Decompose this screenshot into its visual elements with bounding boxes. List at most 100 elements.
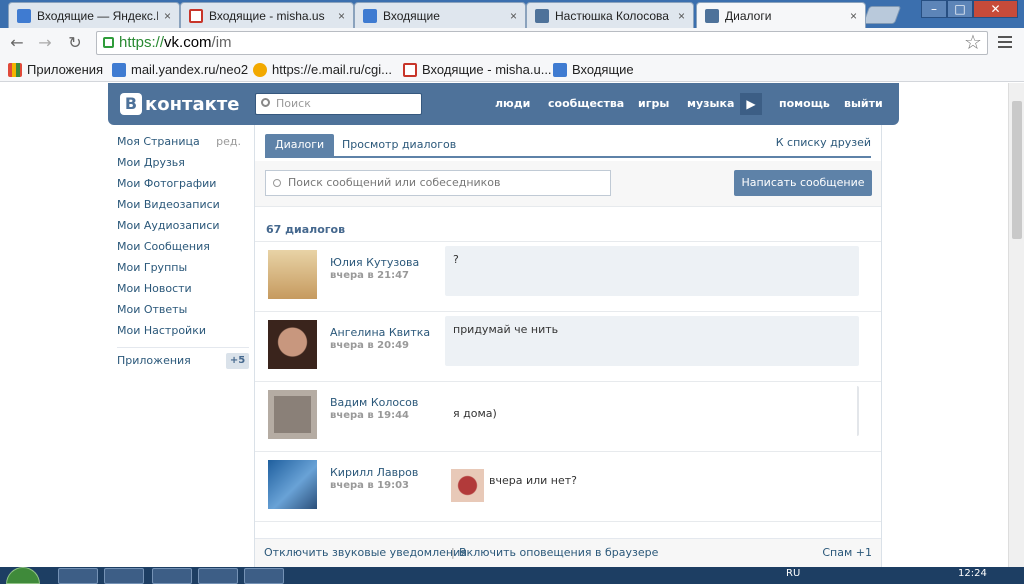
avatar[interactable] <box>268 320 317 369</box>
maximize-button[interactable]: □ <box>947 0 973 18</box>
sidebar-item-apps[interactable]: Приложения +5 <box>117 350 249 371</box>
dialog-text: я дома) <box>453 407 497 420</box>
url-protocol: https:// <box>119 34 165 51</box>
nav-music[interactable]: музыка <box>687 97 734 110</box>
address-bar[interactable]: https://vk.com/im <box>96 31 988 55</box>
dialog-snippet[interactable]: я дома) <box>445 386 859 436</box>
sidebar-item-label: Приложения <box>117 354 191 367</box>
close-icon[interactable]: × <box>850 9 857 23</box>
close-icon[interactable]: × <box>510 9 517 23</box>
browser-tab[interactable]: Настюшка Колосова × <box>526 2 694 28</box>
vk-logo-text: контакте <box>145 93 240 115</box>
back-arrow-icon[interactable]: ← <box>6 33 28 53</box>
system-clock[interactable]: 12:24 <box>958 568 987 579</box>
chrome-menu-icon[interactable] <box>998 36 1012 51</box>
dialog-name[interactable]: Юлия Кутузова <box>330 256 419 269</box>
page-scrollbar[interactable] <box>1008 83 1024 567</box>
browser-tab[interactable]: Входящие — Яндекс.Н × <box>8 2 180 28</box>
dialog-row[interactable]: Вадим Колосов вчера в 19:44 я дома) <box>255 382 881 452</box>
dialog-list: Юлия Кутузова вчера в 21:47 ? Ангелина К… <box>255 241 881 522</box>
bookmark-label: Входящие <box>572 62 634 77</box>
bookmark-item[interactable]: Приложения <box>8 62 103 77</box>
vk-page: В контакте Поиск люди сообщества игры му… <box>0 83 1008 567</box>
avatar[interactable] <box>268 250 317 299</box>
nav-games[interactable]: игры <box>638 97 669 110</box>
tab-title: Диалоги <box>725 8 772 23</box>
sidebar-item-videos[interactable]: Мои Видеозаписи <box>117 194 249 215</box>
minimize-button[interactable]: – <box>921 0 947 18</box>
bookmark-item[interactable]: mail.yandex.ru/neo2 <box>112 62 248 77</box>
dialog-snippet[interactable]: ? <box>445 246 859 296</box>
taskbar-app-icon[interactable] <box>104 568 144 584</box>
edit-link[interactable]: ред. <box>216 131 241 152</box>
enable-browser-alerts-link[interactable]: Включить оповещения в браузере <box>459 539 658 567</box>
sidebar-item-photos[interactable]: Мои Фотографии <box>117 173 249 194</box>
dialog-row[interactable]: Кирилл Лавров вчера в 19:03 вчера или не… <box>255 452 881 522</box>
dialog-text: вчера или нет? <box>489 474 577 487</box>
sidebar-divider <box>117 347 249 348</box>
dialog-row[interactable]: Ангелина Квитка вчера в 20:49 придумай ч… <box>255 312 881 382</box>
nav-people[interactable]: люди <box>495 97 530 110</box>
avatar[interactable] <box>268 390 317 439</box>
disable-sound-link[interactable]: Отключить звуковые уведомления <box>264 539 467 567</box>
new-tab-button[interactable] <box>862 6 902 24</box>
apps-count-badge[interactable]: +5 <box>226 353 249 369</box>
message-search-input[interactable]: Поиск сообщений или собеседников <box>265 170 611 196</box>
tab-view-dialogs[interactable]: Просмотр диалогов <box>332 134 466 156</box>
tab-dialogs[interactable]: Диалоги <box>265 134 335 156</box>
vk-logo[interactable]: В контакте <box>120 93 239 115</box>
bookmarks-bar: Приложения mail.yandex.ru/neo2 https://e… <box>0 58 1024 82</box>
close-window-button[interactable]: ✕ <box>973 0 1018 18</box>
url-host: vk.com <box>164 34 212 51</box>
bookmark-item[interactable]: https://e.mail.ru/cgi... <box>253 62 392 77</box>
sidebar-item-news[interactable]: Мои Новости <box>117 278 249 299</box>
browser-tab-active[interactable]: Диалоги × <box>696 2 866 28</box>
reload-icon[interactable]: ↻ <box>64 33 86 53</box>
browser-tab[interactable]: Входящие × <box>354 2 526 28</box>
dialog-name[interactable]: Вадим Колосов <box>330 396 418 409</box>
dialogs-tabs: Диалоги Просмотр диалогов К списку друзе… <box>265 134 871 158</box>
sidebar-item-friends[interactable]: Мои Друзья <box>117 152 249 173</box>
write-message-button[interactable]: Написать сообщение <box>734 170 872 196</box>
header-search-input[interactable]: Поиск <box>255 93 422 115</box>
scrollbar-thumb[interactable] <box>1012 101 1022 239</box>
taskbar-chrome-icon[interactable] <box>198 568 238 584</box>
taskbar-app-icon[interactable] <box>152 568 192 584</box>
dialog-snippet[interactable]: вчера или нет? <box>445 456 859 506</box>
taskbar-app-icon[interactable] <box>244 568 284 584</box>
sidebar-item-answers[interactable]: Мои Ответы <box>117 299 249 320</box>
browser-tab[interactable]: Входящие - misha.us × <box>180 2 354 28</box>
sidebar-item-audio[interactable]: Мои Аудиозаписи <box>117 215 249 236</box>
footer-separator: | <box>451 546 455 559</box>
sidebar-item-my-page[interactable]: Моя Страница ред. <box>117 131 249 152</box>
friends-list-link[interactable]: К списку друзей <box>776 136 871 149</box>
avatar[interactable] <box>268 460 317 509</box>
lock-icon <box>103 37 114 48</box>
language-indicator[interactable]: RU <box>786 568 800 579</box>
sidebar-item-messages[interactable]: Мои Сообщения <box>117 236 249 257</box>
dialog-count: 67 диалогов <box>266 223 346 236</box>
bookmark-item[interactable]: Входящие - misha.u... <box>403 62 552 77</box>
nav-logout[interactable]: выйти <box>844 97 883 110</box>
sidebar-item-groups[interactable]: Мои Группы <box>117 257 249 278</box>
start-button-icon[interactable] <box>6 567 40 584</box>
forward-arrow-icon[interactable]: → <box>34 33 56 53</box>
nav-help[interactable]: помощь <box>779 97 830 110</box>
taskbar-explorer-icon[interactable] <box>58 568 98 584</box>
close-icon[interactable]: × <box>338 9 345 23</box>
dialog-time: вчера в 19:03 <box>330 480 410 491</box>
nav-communities[interactable]: сообщества <box>548 97 624 110</box>
spam-link[interactable]: Спам +1 <box>822 539 872 567</box>
bookmark-star-icon[interactable]: ☆ <box>964 30 982 54</box>
sidebar-item-settings[interactable]: Мои Настройки <box>117 320 249 341</box>
search-placeholder: Поиск <box>276 97 311 110</box>
play-icon[interactable]: ▶ <box>740 93 762 115</box>
vk-messages-icon <box>705 8 719 23</box>
close-icon[interactable]: × <box>678 9 685 23</box>
bookmark-item[interactable]: Входящие <box>553 62 634 77</box>
dialog-name[interactable]: Кирилл Лавров <box>330 466 418 479</box>
dialog-row[interactable]: Юлия Кутузова вчера в 21:47 ? <box>255 242 881 312</box>
close-icon[interactable]: × <box>164 9 171 23</box>
dialog-snippet[interactable]: придумай че нить <box>445 316 859 366</box>
dialog-name[interactable]: Ангелина Квитка <box>330 326 430 339</box>
